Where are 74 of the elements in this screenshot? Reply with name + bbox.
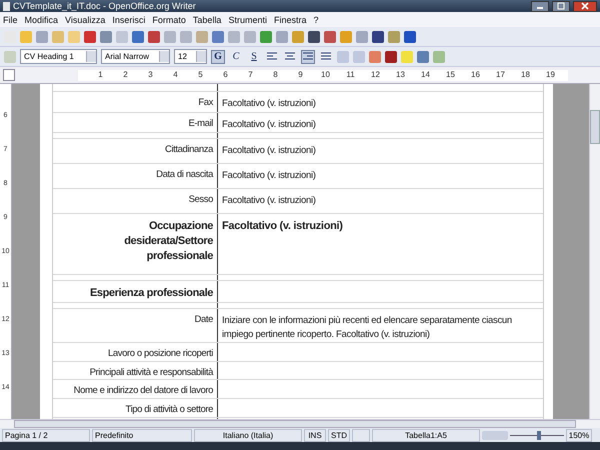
ruler-number: 14 — [420, 70, 431, 80]
language: Italiano (Italia) — [194, 428, 302, 442]
field-label: Principali attività e responsabilità — [90, 367, 213, 378]
field-value: Facoltativo (v. istruzioni) — [222, 118, 317, 132]
ruler-number: 1 — [97, 70, 104, 80]
window-title: CVTemplate_it_IT.doc - OpenOffice.org Writer — [13, 1, 196, 11]
menu-item[interactable]: Strumenti — [228, 14, 267, 24]
ruler-number: 4 — [172, 70, 179, 80]
field-label: Data di nascita — [156, 169, 213, 180]
ruler-number: 5 — [197, 70, 204, 80]
field-value: Iniziare con le informazioni più recenti ed elencare separatamente ciascun impiego pertinente ricoperto. Facoltativo (v. istruzioni) — [222, 314, 513, 342]
ruler-number: 11 — [345, 70, 356, 80]
ruler-number: 2 — [122, 70, 129, 80]
close-button[interactable] — [573, 0, 597, 12]
vertical-scrollbar[interactable] — [589, 84, 600, 419]
ruler-number: 8 — [272, 70, 279, 80]
field-label: Tipo di attività o settore — [126, 404, 213, 415]
zoom-slider[interactable] — [510, 430, 564, 440]
size-dropdown[interactable]: 12 — [174, 49, 207, 64]
field-label: Occupazione desiderata/Settore professionale — [123, 219, 213, 264]
horizontal-scrollbar[interactable] — [0, 419, 600, 428]
zoom-percentage: 150% — [566, 428, 592, 442]
field-label: Date — [194, 314, 213, 325]
ruler-number: 3 — [147, 70, 154, 80]
restore-button[interactable] — [552, 0, 570, 12]
ruler-number: 7 — [247, 70, 254, 80]
font-dropdown[interactable]: Arial Narrow — [101, 49, 170, 64]
zoom-slider-thumb[interactable] — [537, 430, 542, 440]
menu-item[interactable]: Modifica — [24, 14, 58, 24]
field-value: Facoltativo (v. istruzioni) — [222, 97, 317, 111]
menu-item[interactable]: Finestra — [274, 14, 306, 24]
ruler-number: 19 — [545, 70, 556, 80]
ruler-number: 18 — [520, 70, 531, 80]
document-icon — [3, 2, 10, 10]
ruler-number: 9 — [297, 70, 304, 80]
ruler-number: 6 — [222, 70, 229, 80]
field-label: Cittadinanza — [164, 144, 213, 155]
ruler-number: 10 — [320, 70, 331, 80]
restore-icon — [557, 2, 565, 10]
field-label: Sesso — [188, 194, 213, 205]
ruler-number: 15 — [445, 70, 456, 80]
field-label: Lavoro o posizione ricoperti — [108, 348, 213, 359]
menu-item[interactable]: Inserisci — [112, 14, 146, 24]
style-dropdown[interactable]: CV Heading 1 — [20, 49, 97, 64]
tab-stop-icon[interactable] — [3, 69, 15, 81]
ruler-number: 13 — [395, 70, 406, 80]
field-value: Facoltativo (v. istruzioni) — [222, 219, 344, 234]
format-button[interactable]: C — [229, 50, 243, 64]
field-label: Fax — [198, 97, 213, 108]
field-value: Facoltativo (v. istruzioni) — [222, 194, 317, 208]
menu-item[interactable]: ? — [313, 14, 318, 24]
selection-mode: STD — [328, 428, 350, 442]
insert-mode: INS — [304, 428, 326, 442]
format-button[interactable]: S — [247, 50, 261, 64]
cell-reference: Tabella1:A5 — [372, 428, 480, 442]
menu-item[interactable]: Visualizza — [65, 14, 106, 24]
page-count: Pagina 1 / 2 — [2, 428, 90, 442]
page-style: Predefinito — [92, 428, 192, 442]
ruler-number: 12 — [370, 70, 381, 80]
minimize-button[interactable] — [531, 0, 549, 12]
menu-item[interactable]: Tabella — [192, 14, 222, 24]
ruler-number: 17 — [495, 70, 506, 80]
close-icon — [581, 2, 589, 10]
field-value: Facoltativo (v. istruzioni) — [222, 169, 317, 183]
field-label: Esperienza professionale — [88, 286, 213, 301]
field-value: Facoltativo (v. istruzioni) — [222, 144, 317, 158]
align-right-button[interactable] — [301, 50, 315, 64]
field-label: E-mail — [188, 118, 213, 129]
ruler-number: 16 — [470, 70, 481, 80]
status-field — [352, 428, 370, 442]
format-button[interactable]: G — [211, 50, 225, 64]
menu-item[interactable]: Formato — [152, 14, 186, 24]
field-label: Nome e indirizzo del datore di lavoro — [74, 385, 213, 396]
menu-item[interactable]: File — [3, 14, 18, 24]
